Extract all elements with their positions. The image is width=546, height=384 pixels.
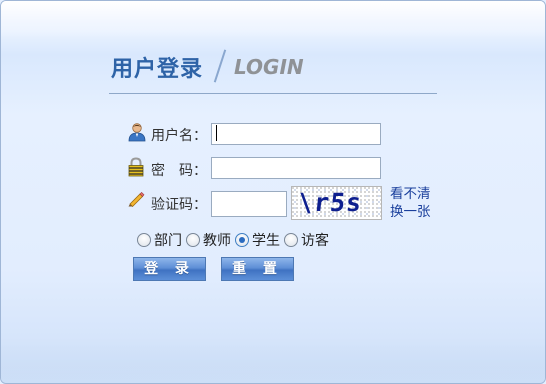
role-option-teacher[interactable]: 教师 (186, 230, 231, 250)
bottom-band (1, 343, 545, 383)
radio-student[interactable] (235, 233, 249, 247)
role-option-visitor[interactable]: 访客 (284, 230, 329, 250)
text-cursor (216, 125, 217, 141)
captcha-image[interactable]: \r5s (291, 186, 382, 220)
role-label-department: 部门 (154, 233, 182, 249)
title-divider-slash (213, 49, 227, 83)
reset-button[interactable]: 重 置 (221, 257, 294, 281)
radio-teacher[interactable] (186, 233, 200, 247)
refresh-line2: 换一张 (390, 204, 431, 220)
role-label-visitor: 访客 (301, 233, 329, 249)
refresh-line1: 看不清 (390, 186, 431, 202)
login-panel: 用户登录 LOGIN 用户名： 密 码： 验证码： \r5s 看不清 换一张 部… (0, 0, 546, 384)
captcha-label: 验证码： (151, 197, 207, 213)
captcha-input[interactable] (211, 191, 287, 217)
password-label: 密 码： (151, 163, 207, 179)
role-option-department[interactable]: 部门 (137, 230, 182, 250)
title-underline (109, 93, 437, 94)
login-button[interactable]: 登 录 (133, 257, 206, 281)
title-english: LOGIN (234, 55, 304, 79)
user-icon (127, 122, 147, 146)
role-radio-group: 部门 教师 学生 访客 (137, 231, 333, 249)
role-label-teacher: 教师 (203, 233, 231, 249)
lock-icon (127, 157, 145, 181)
title-chinese: 用户登录 (111, 57, 204, 82)
role-option-student[interactable]: 学生 (235, 230, 280, 250)
role-label-student: 学生 (252, 233, 280, 249)
radio-department[interactable] (137, 233, 151, 247)
refresh-captcha-link[interactable]: 看不清 换一张 (390, 185, 431, 221)
password-input[interactable] (211, 157, 381, 179)
top-highlight (1, 1, 545, 37)
pencil-icon (127, 189, 145, 211)
radio-visitor[interactable] (284, 233, 298, 247)
username-input[interactable] (211, 123, 381, 145)
captcha-text: \r5s (296, 188, 364, 217)
username-label: 用户名： (151, 128, 207, 144)
